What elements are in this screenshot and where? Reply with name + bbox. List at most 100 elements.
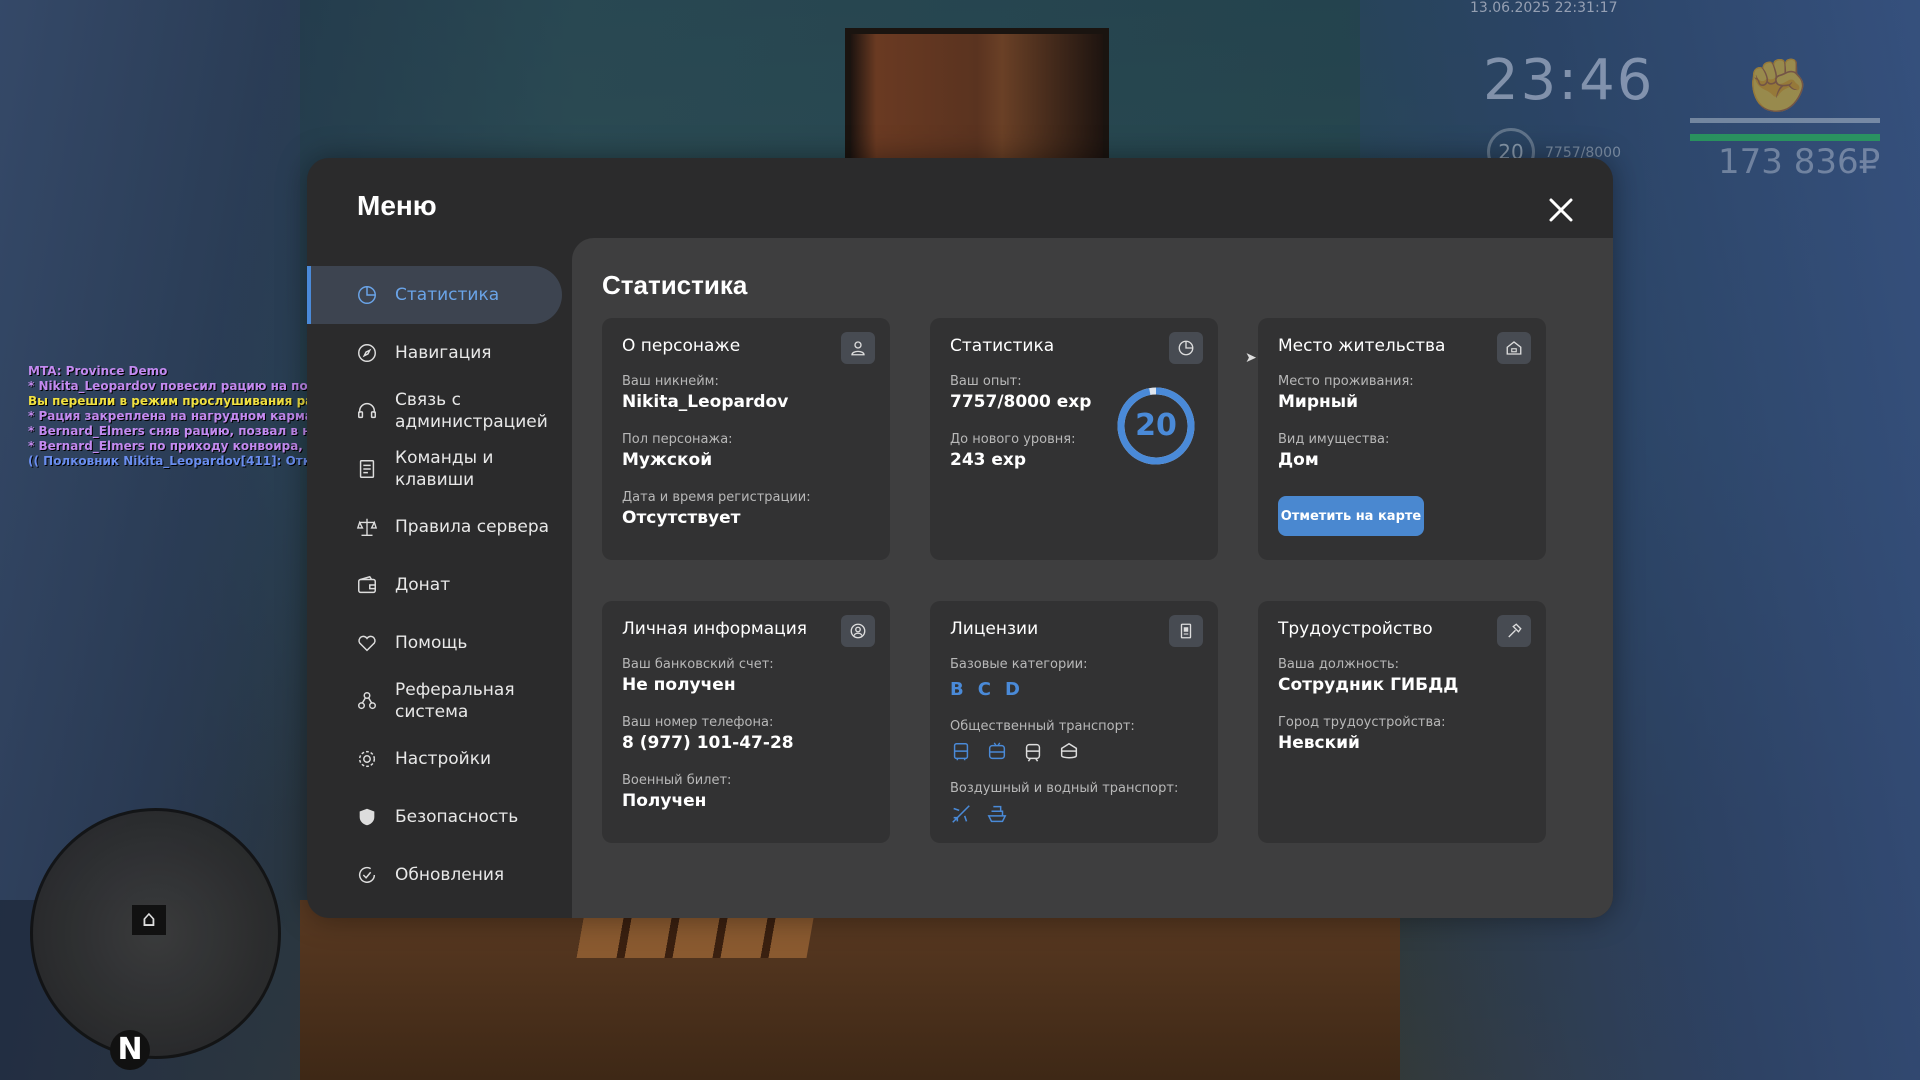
shield-icon — [355, 805, 379, 829]
air-water-transport-label: Воздушный и водный транспорт: — [950, 781, 1179, 796]
card-title: Личная информация — [622, 619, 808, 639]
sidebar-item-admin-contact[interactable]: Связь с администрацией — [307, 382, 562, 440]
level-value: 20 — [1135, 408, 1177, 443]
card-title: Статистика — [950, 336, 1055, 356]
content-title: Статистика — [602, 270, 748, 300]
military-id-label: Военный билет: — [622, 773, 732, 788]
content-panel: Статистика О персонаже Ваш никнейм: Niki… — [572, 238, 1613, 918]
bus-icon — [950, 741, 972, 763]
mark-on-map-button[interactable]: Отметить на карте — [1278, 496, 1424, 536]
wallet-icon — [355, 573, 379, 597]
job-city-value: Невский — [1278, 733, 1360, 753]
license-categories: B C D — [950, 679, 1020, 700]
hud-health-bar — [1690, 118, 1880, 123]
sidebar-item-rules[interactable]: Правила сервера — [307, 498, 562, 556]
sidebar-item-statistics[interactable]: Статистика — [307, 266, 562, 324]
close-button[interactable] — [1543, 192, 1579, 228]
house-icon — [1497, 332, 1531, 364]
sidebar-item-label: Навигация — [395, 343, 492, 363]
bank-account-value: Не получен — [622, 675, 736, 695]
hud-datetime: 13.06.2025 22:31:17 — [1470, 0, 1618, 16]
refresh-check-icon — [355, 863, 379, 887]
sidebar-item-label: Обновления — [395, 865, 505, 885]
user-circle-icon — [841, 615, 875, 647]
pie-chart-icon — [355, 283, 379, 307]
gender-value: Мужской — [622, 450, 713, 470]
hud-clock: 23:46 — [1483, 48, 1655, 113]
sidebar-item-referral[interactable]: Реферальная система — [307, 672, 562, 730]
sidebar-item-label: Безопасность — [395, 807, 519, 827]
card-employment: Трудоустройство Ваша должность: Сотрудни… — [1258, 601, 1546, 843]
ship-icon — [986, 803, 1008, 825]
base-categories-label: Базовые категории: — [950, 657, 1088, 672]
license-category: D — [1004, 679, 1020, 700]
sidebar-item-label: Статистика — [395, 285, 500, 305]
sidebar-item-help[interactable]: Помощь — [307, 614, 562, 672]
home-marker-icon: ⌂ — [132, 905, 166, 935]
referral-icon — [355, 689, 379, 713]
phone-label: Ваш номер телефона: — [622, 715, 774, 730]
license-category: B — [950, 679, 964, 700]
card-licenses: Лицензии Базовые категории: B C D Общест… — [930, 601, 1218, 843]
card-character: О персонаже Ваш никнейм: Nikita_Leopardo… — [602, 318, 890, 560]
card-title: Место жительства — [1278, 336, 1446, 356]
public-transport-label: Общественный транспорт: — [950, 719, 1135, 734]
north-indicator: N — [110, 1030, 150, 1070]
nickname-value: Nikita_Leopardov — [622, 392, 789, 412]
sidebar-item-label: Донат — [395, 575, 451, 595]
sidebar-item-commands[interactable]: Команды и клавиши — [307, 440, 562, 498]
sidebar-item-donate[interactable]: Донат — [307, 556, 562, 614]
job-position-label: Ваша должность: — [1278, 657, 1400, 672]
public-transport-icons — [950, 741, 1080, 763]
hud-armor-bar — [1690, 134, 1880, 141]
sidebar-item-label: Реферальная система — [395, 680, 515, 722]
property-type-label: Вид имущества: — [1278, 432, 1390, 447]
sidebar-item-label: Команды и клавиши — [395, 448, 494, 490]
metro-icon — [1058, 741, 1080, 763]
card-residence: Место жительства Место проживания: Мирны… — [1258, 318, 1546, 560]
gender-label: Пол персонажа: — [622, 432, 733, 447]
background-bench — [576, 918, 814, 958]
phone-value: 8 (977) 101-47-28 — [622, 733, 794, 753]
close-icon — [1549, 198, 1573, 222]
residence-place-value: Мирный — [1278, 392, 1359, 412]
sidebar-item-label: Правила сервера — [395, 517, 550, 537]
plane-icon — [950, 803, 972, 825]
gear-icon — [355, 747, 379, 771]
hud-money: 173 836₽ — [1718, 142, 1881, 182]
sidebar-item-updates[interactable]: Обновления — [307, 846, 562, 904]
air-water-transport-icons — [950, 803, 1008, 825]
compass-icon — [355, 341, 379, 365]
nickname-label: Ваш никнейм: — [622, 374, 719, 389]
sidebar-item-security[interactable]: Безопасность — [307, 788, 562, 846]
bank-account-label: Ваш банковский счет: — [622, 657, 774, 672]
job-position-value: Сотрудник ГИБДД — [1278, 675, 1459, 695]
card-title: Лицензии — [950, 619, 1039, 639]
card-statistics: Статистика Ваш опыт: 7757/8000 exp До но… — [930, 318, 1218, 560]
sidebar-item-label: Помощь — [395, 633, 468, 653]
sidebar-item-settings[interactable]: Настройки — [307, 730, 562, 788]
registration-label: Дата и время регистрации: — [622, 490, 811, 505]
hammer-icon — [1497, 615, 1531, 647]
fist-icon: ✊ — [1745, 56, 1810, 116]
user-icon — [841, 332, 875, 364]
residence-place-label: Место проживания: — [1278, 374, 1414, 389]
property-type-value: Дом — [1278, 450, 1319, 470]
headset-icon — [355, 399, 379, 423]
sidebar: Статистика Навигация Связь с администрац… — [307, 266, 562, 904]
next-level-value: 243 exp — [950, 450, 1027, 470]
exp-value: 7757/8000 exp — [950, 392, 1092, 412]
registration-value: Отсутствует — [622, 508, 741, 528]
menu-window: Меню Статистика Навигация Связь с админи… — [307, 158, 1613, 918]
background-floor — [300, 900, 1400, 1080]
exp-label: Ваш опыт: — [950, 374, 1022, 389]
job-city-label: Город трудоустройства: — [1278, 715, 1446, 730]
next-level-label: До нового уровня: — [950, 432, 1076, 447]
document-icon — [355, 457, 379, 481]
card-personal-info: Личная информация Ваш банковский счет: Н… — [602, 601, 890, 843]
mouse-cursor-icon: ➤ — [1245, 350, 1257, 366]
card-title: Трудоустройство — [1278, 619, 1433, 639]
sidebar-item-label: Связь с администрацией — [395, 390, 548, 432]
sidebar-item-navigation[interactable]: Навигация — [307, 324, 562, 382]
menu-title: Меню — [357, 190, 437, 221]
